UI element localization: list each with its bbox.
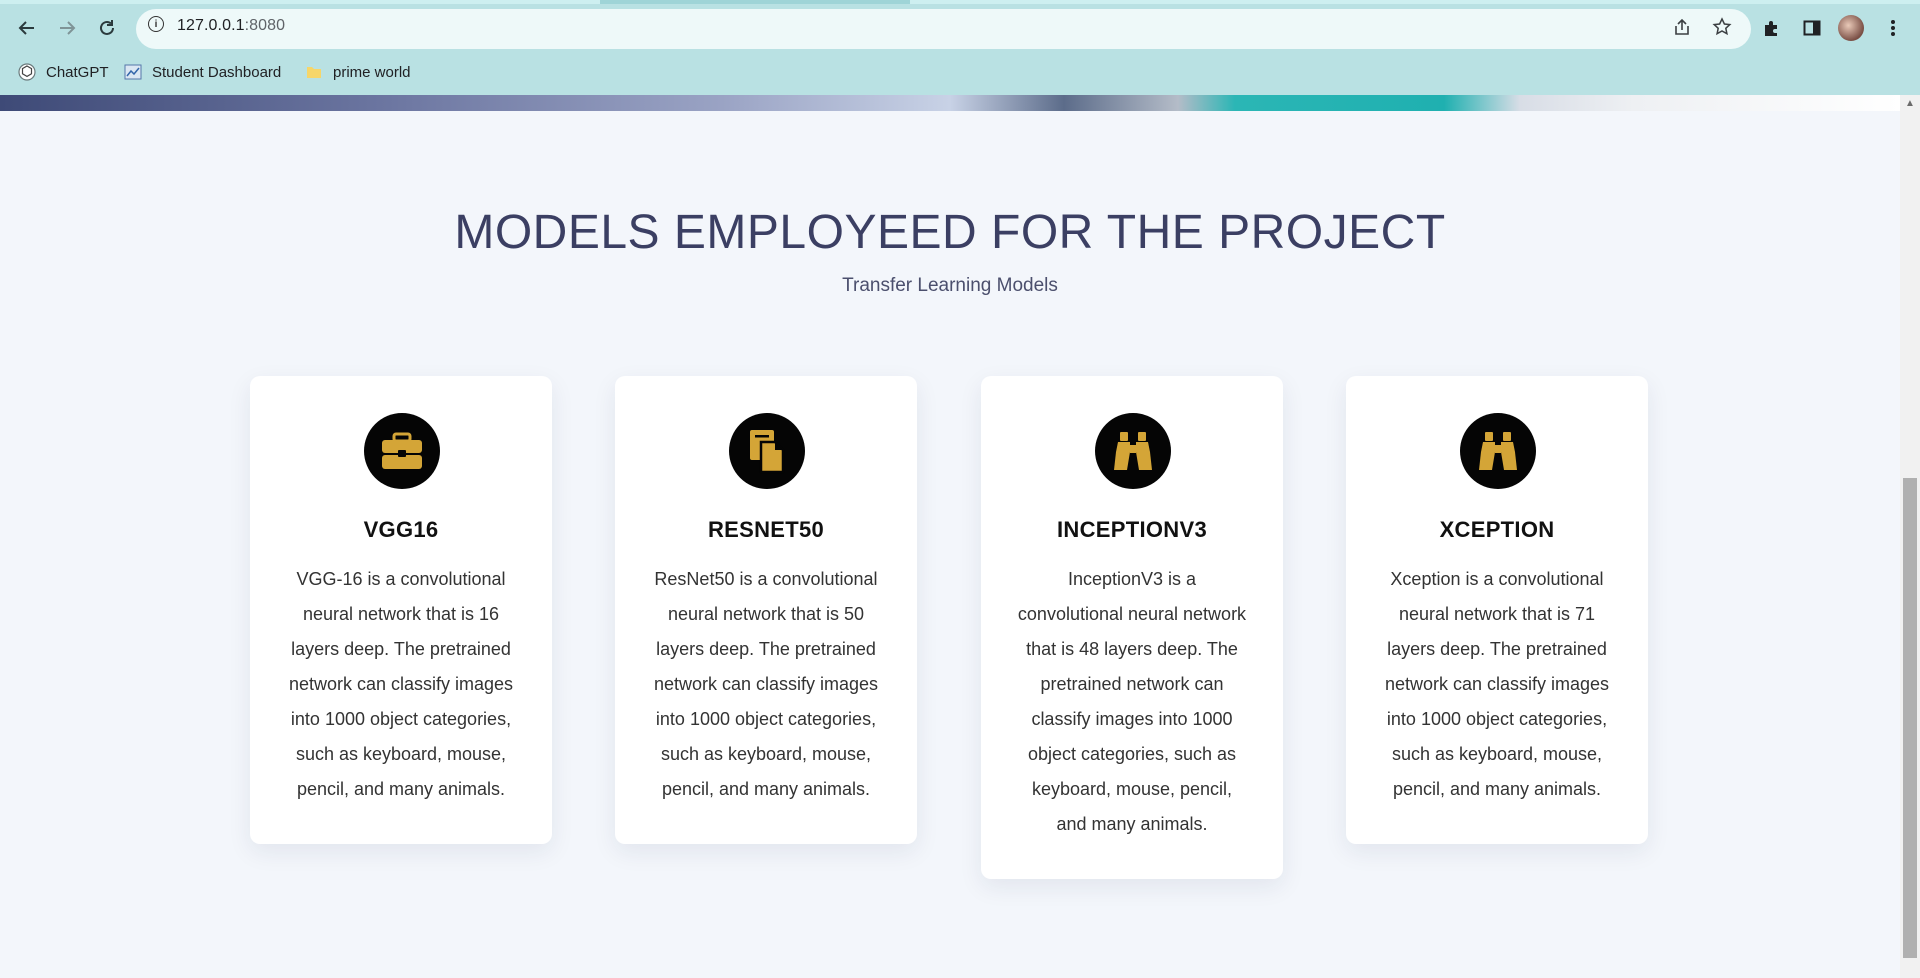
card-title: XCEPTION [1439, 517, 1555, 542]
dashboard-icon [124, 63, 142, 81]
folder-icon [305, 63, 323, 81]
forward-arrow-icon [60, 21, 76, 35]
reload-button[interactable] [93, 14, 121, 42]
browser-chrome: i 127.0.0.1:8080 ChatGPT Student Dashboa… [0, 0, 1920, 95]
card-title: VGG16 [363, 517, 439, 542]
bookmark-prime-world[interactable]: prime world [305, 62, 411, 82]
section-subtitle: Transfer Learning Models [842, 275, 1058, 296]
side-panel-icon[interactable] [1799, 15, 1825, 41]
card-description: InceptionV3 is a convolutional neural ne… [1017, 569, 1247, 834]
hero-image-bottom-edge [0, 95, 1900, 111]
model-card-vgg16: VGG16 VGG-16 is a convolutional neural n… [250, 376, 552, 844]
url-port: :8080 [244, 17, 286, 34]
share-icon[interactable] [1671, 16, 1693, 38]
url-host: 127.0.0.1 [177, 17, 245, 34]
reload-icon [100, 20, 114, 35]
binoculars-icon [1095, 413, 1171, 489]
site-info-icon[interactable]: i [148, 16, 164, 32]
bookmark-label: prime world [333, 63, 411, 81]
back-button[interactable] [13, 14, 41, 42]
scroll-up-arrow-icon[interactable]: ▲ [1904, 98, 1916, 110]
back-arrow-icon [18, 21, 34, 35]
model-card-inceptionv3: INCEPTIONV3 InceptionV3 is a convolution… [981, 376, 1283, 879]
tab-accent-right [910, 0, 1920, 4]
card-description: ResNet50 is a convolutional neural netwo… [653, 569, 879, 799]
card-title: RESNET50 [707, 517, 825, 542]
card-title: INCEPTIONV3 [1057, 517, 1207, 542]
binoculars-icon [1460, 413, 1536, 489]
bookmark-star-icon[interactable] [1711, 16, 1733, 38]
briefcase-icon [364, 413, 440, 489]
address-bar[interactable] [136, 9, 1751, 49]
forward-button[interactable] [53, 14, 81, 42]
card-description: VGG-16 is a convolutional neural network… [288, 569, 514, 799]
model-card-xception: XCEPTION Xception is a convolutional neu… [1346, 376, 1648, 844]
tab-accent-left [0, 0, 600, 4]
bookmark-label: ChatGPT [46, 63, 109, 81]
card-description: Xception is a convolutional neural netwo… [1384, 569, 1610, 799]
model-card-resnet50: RESNET50 ResNet50 is a convolutional neu… [615, 376, 917, 844]
extensions-icon[interactable] [1759, 15, 1785, 41]
bookmark-chatgpt[interactable]: ChatGPT [18, 62, 109, 82]
bookmark-label: Student Dashboard [152, 63, 282, 81]
document-icon [729, 413, 805, 489]
menu-kebab-icon[interactable] [1880, 15, 1906, 41]
section-title: MODELS EMPLOYEED FOR THE PROJECT [454, 206, 1446, 259]
chatgpt-icon [18, 63, 36, 81]
bookmark-student-dashboard[interactable]: Student Dashboard [124, 62, 281, 82]
profile-avatar[interactable] [1838, 15, 1864, 41]
url-text[interactable]: 127.0.0.1:8080 [177, 17, 285, 35]
scrollbar-thumb[interactable] [1903, 478, 1917, 958]
